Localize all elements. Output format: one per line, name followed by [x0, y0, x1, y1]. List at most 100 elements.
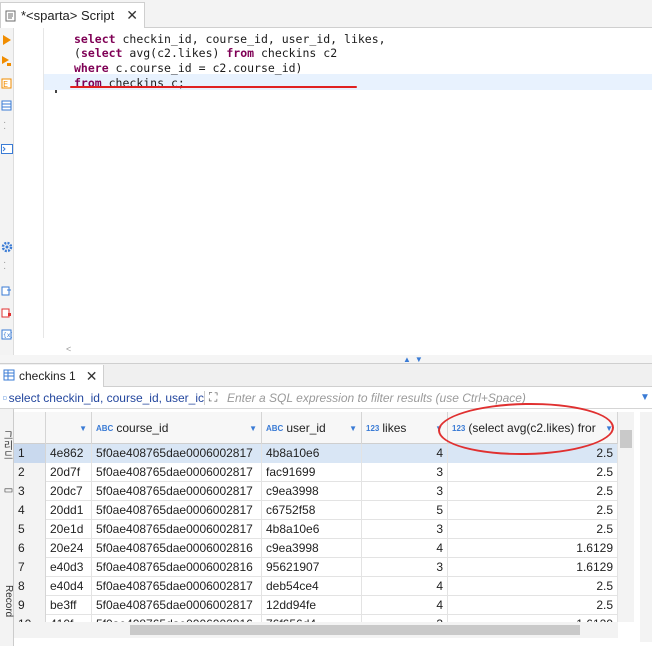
table-cell[interactable]: 5f0ae408765dae0006002817	[92, 577, 262, 596]
table-row[interactable]: 4 20dd1 5f0ae408765dae0006002817 c6752f58 5 2…	[14, 501, 618, 520]
import-icon[interactable]	[0, 306, 13, 319]
scroll-thumb[interactable]	[620, 430, 632, 448]
scroll-left-icon[interactable]: <	[66, 344, 71, 354]
variables-icon[interactable]: {x}	[0, 328, 13, 341]
sql-editor[interactable]: select checkin_id, course_id, user_id, l…	[14, 28, 652, 354]
table-cell[interactable]: 3	[362, 482, 448, 501]
row-number[interactable]: 3	[14, 482, 46, 501]
table-cell[interactable]: 2.5	[448, 520, 618, 539]
text-view-icon[interactable]: ▭	[0, 483, 14, 497]
table-cell[interactable]: 3	[362, 520, 448, 539]
table-cell[interactable]: be3ff	[46, 596, 92, 615]
table-icon[interactable]	[0, 99, 13, 112]
column-header-checkin-id[interactable]: ▼	[46, 412, 92, 444]
row-number[interactable]: 1	[14, 444, 46, 463]
table-cell[interactable]: 2.5	[448, 501, 618, 520]
editor-side-toolbar: E ·· ·· {x}	[0, 28, 14, 358]
table-cell[interactable]: 4b8a10e6	[262, 520, 362, 539]
query-text[interactable]: select checkin_id, course_id, user_ic	[0, 390, 205, 405]
table-cell[interactable]: 5	[362, 501, 448, 520]
table-row[interactable]: 9 be3ff 5f0ae408765dae0006002817 12dd94fe 4 2…	[14, 596, 618, 615]
results-tab-label: checkins 1	[19, 369, 76, 383]
script-icon	[5, 10, 17, 22]
table-cell[interactable]: 4b8a10e6	[262, 444, 362, 463]
table-cell[interactable]: 5f0ae408765dae0006002817	[92, 463, 262, 482]
table-cell[interactable]: 20dc7	[46, 482, 92, 501]
table-cell[interactable]: 5f0ae408765dae0006002816	[92, 558, 262, 577]
row-number[interactable]: 9	[14, 596, 46, 615]
record-view-toggle[interactable]: Record	[0, 577, 14, 625]
table-cell[interactable]: 2.5	[448, 577, 618, 596]
table-cell[interactable]: 20d7f	[46, 463, 92, 482]
row-number[interactable]: 4	[14, 501, 46, 520]
table-cell[interactable]: 2.5	[448, 596, 618, 615]
table-row[interactable]: 6 20e24 5f0ae408765dae0006002816 c9ea3998 4 1…	[14, 539, 618, 558]
script-tab[interactable]: *<sparta> Script ✕	[0, 2, 145, 28]
table-cell[interactable]: c9ea3998	[262, 539, 362, 558]
query-text-label: select checkin_id, course_id, user_ic	[8, 390, 204, 405]
grid-horizontal-scrollbar[interactable]	[14, 622, 618, 638]
settings-icon[interactable]	[0, 240, 13, 253]
sort-icon[interactable]: ▼	[79, 424, 87, 433]
console-icon[interactable]	[0, 142, 13, 155]
sort-icon[interactable]: ▼	[349, 424, 357, 433]
table-cell[interactable]: 5f0ae408765dae0006002817	[92, 501, 262, 520]
close-icon[interactable]: ✕	[126, 7, 138, 24]
explain-icon[interactable]: E	[0, 77, 13, 90]
editor-horizontal-scrollbar[interactable]: <	[66, 341, 652, 354]
scroll-thumb[interactable]	[130, 625, 580, 635]
column-header-user-id[interactable]: ABC user_id ▼	[262, 412, 362, 444]
table-cell[interactable]: 5f0ae408765dae0006002817	[92, 482, 262, 501]
table-cell[interactable]: 95621907	[262, 558, 362, 577]
table-cell[interactable]: deb54ce4	[262, 577, 362, 596]
row-number[interactable]: 7	[14, 558, 46, 577]
row-number[interactable]: 8	[14, 577, 46, 596]
table-cell[interactable]: c6752f58	[262, 501, 362, 520]
filter-settings-icon[interactable]: ⛶	[209, 390, 223, 405]
table-cell[interactable]: 5f0ae408765dae0006002817	[92, 596, 262, 615]
grid-view-toggle[interactable]: 그리드	[0, 415, 14, 475]
panel-splitter[interactable]	[0, 355, 652, 363]
table-cell[interactable]: 2.5	[448, 482, 618, 501]
filter-input[interactable]: Enter a SQL expression to filter results…	[227, 391, 640, 405]
table-cell[interactable]: 2.5	[448, 463, 618, 482]
row-number[interactable]: 5	[14, 520, 46, 539]
table-cell[interactable]: 4	[362, 577, 448, 596]
grid-vertical-scrollbar[interactable]	[618, 412, 634, 622]
table-cell[interactable]: 12dd94fe	[262, 596, 362, 615]
table-cell[interactable]: 4	[362, 596, 448, 615]
table-cell[interactable]: fac91699	[262, 463, 362, 482]
column-header-course-id[interactable]: ABC course_id ▼	[92, 412, 262, 444]
table-cell[interactable]: 1.6129	[448, 558, 618, 577]
row-number[interactable]: 6	[14, 539, 46, 558]
table-cell[interactable]: 5f0ae408765dae0006002817	[92, 444, 262, 463]
table-cell[interactable]: 3	[362, 558, 448, 577]
table-cell[interactable]: 1.6129	[448, 539, 618, 558]
table-cell[interactable]: 3	[362, 463, 448, 482]
row-number[interactable]: 2	[14, 463, 46, 482]
export-icon[interactable]	[0, 284, 13, 297]
table-cell[interactable]: 20dd1	[46, 501, 92, 520]
run-script-icon[interactable]	[0, 55, 13, 68]
table-row[interactable]: 8 e40d4 5f0ae408765dae0006002817 deb54ce4 4 2…	[14, 577, 618, 596]
run-icon[interactable]	[0, 33, 13, 46]
table-cell[interactable]: c9ea3998	[262, 482, 362, 501]
table-row[interactable]: 2 20d7f 5f0ae408765dae0006002817 fac91699 3 2…	[14, 463, 618, 482]
table-cell[interactable]: 4e862	[46, 444, 92, 463]
table-cell[interactable]: 5f0ae408765dae0006002816	[92, 539, 262, 558]
table-cell[interactable]: 20e24	[46, 539, 92, 558]
table-row[interactable]: 7 e40d3 5f0ae408765dae0006002816 95621907 3 1…	[14, 558, 618, 577]
filter-history-icon[interactable]: ▼	[640, 392, 652, 403]
close-icon[interactable]: ✕	[86, 368, 98, 385]
table-row[interactable]: 3 20dc7 5f0ae408765dae0006002817 c9ea3998 3 2…	[14, 482, 618, 501]
table-cell[interactable]: 4	[362, 539, 448, 558]
results-tab-checkins[interactable]: checkins 1 ✕	[0, 365, 105, 387]
table-row[interactable]: 5 20e1d 5f0ae408765dae0006002817 4b8a10e6 3 2…	[14, 520, 618, 539]
table-cell[interactable]: e40d3	[46, 558, 92, 577]
sort-icon[interactable]: ▼	[249, 424, 257, 433]
table-cell[interactable]: 4	[362, 444, 448, 463]
table-cell[interactable]: 5f0ae408765dae0006002817	[92, 520, 262, 539]
table-cell[interactable]: e40d4	[46, 577, 92, 596]
column-header-likes[interactable]: 123 likes ▼	[362, 412, 448, 444]
table-cell[interactable]: 20e1d	[46, 520, 92, 539]
